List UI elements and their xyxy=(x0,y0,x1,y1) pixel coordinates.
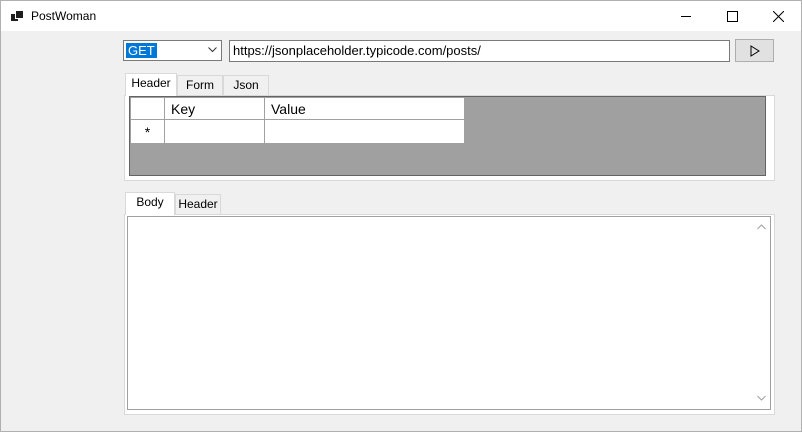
tab-form[interactable]: Form xyxy=(177,75,223,95)
title-bar[interactable]: PostWoman xyxy=(1,1,801,31)
method-dropdown[interactable]: GET xyxy=(123,40,222,61)
key-cell[interactable] xyxy=(164,119,265,144)
url-input[interactable]: https://jsonplaceholder.typicode.com/pos… xyxy=(229,40,730,62)
header-table: Key Value * xyxy=(130,97,465,144)
request-tabs: Header Form Json xyxy=(125,73,275,96)
tab-header[interactable]: Header xyxy=(125,73,177,96)
vertical-scrollbar[interactable] xyxy=(753,217,770,409)
maximize-button[interactable] xyxy=(709,1,755,31)
tab-json[interactable]: Json xyxy=(223,75,269,95)
window-title: PostWoman xyxy=(31,9,97,23)
table-row: * xyxy=(130,119,465,144)
minimize-icon xyxy=(681,16,691,17)
response-body-textarea[interactable] xyxy=(127,216,771,410)
response-tabs: Body Header xyxy=(125,192,225,215)
value-cell[interactable] xyxy=(264,119,465,144)
chevron-down-icon xyxy=(208,47,217,53)
grid-header-row: Key Value xyxy=(130,97,465,120)
scroll-up-icon[interactable] xyxy=(757,224,766,230)
header-grid[interactable]: Key Value * xyxy=(129,96,766,176)
tab-response-header[interactable]: Header xyxy=(175,194,221,214)
app-icon[interactable] xyxy=(11,10,24,22)
tab-body[interactable]: Body xyxy=(125,192,175,215)
column-header-key[interactable]: Key xyxy=(164,97,265,120)
close-button[interactable] xyxy=(755,1,801,31)
method-selected-value: GET xyxy=(126,43,157,58)
row-header-corner xyxy=(130,97,165,120)
close-icon xyxy=(773,11,784,22)
minimize-button[interactable] xyxy=(663,1,709,31)
play-icon xyxy=(750,45,760,57)
column-header-value[interactable]: Value xyxy=(264,97,465,120)
send-button[interactable] xyxy=(735,39,774,62)
app-window: PostWoman GET https://jsonplaceholder.ty… xyxy=(0,0,802,432)
maximize-icon xyxy=(727,11,738,22)
scroll-down-icon[interactable] xyxy=(757,395,766,401)
new-row-marker: * xyxy=(130,119,165,144)
